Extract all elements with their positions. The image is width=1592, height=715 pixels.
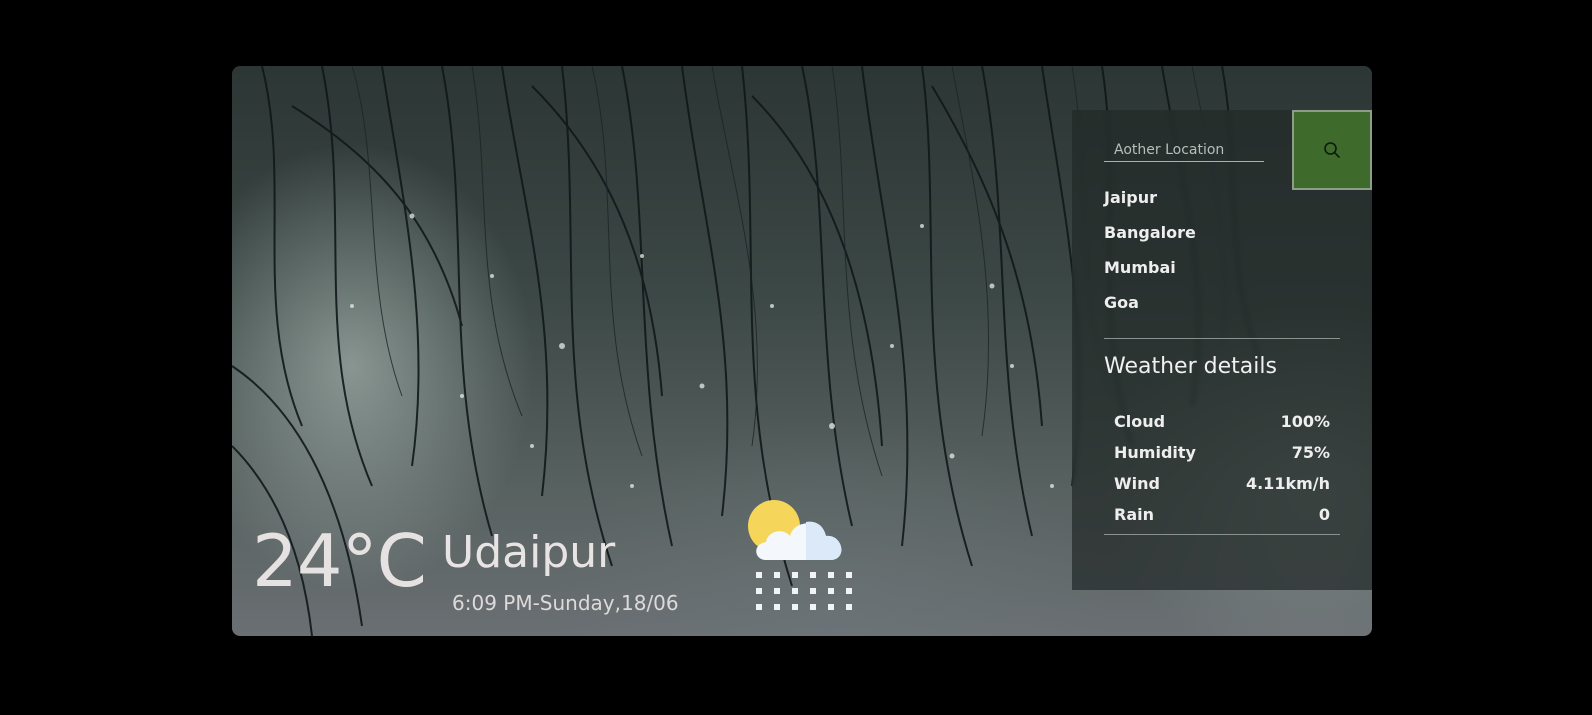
detail-value: 100%: [1280, 412, 1330, 431]
weather-details-table: Cloud 100% Humidity 75% Wind 4.11km/h Ra…: [1114, 406, 1330, 530]
detail-label: Humidity: [1114, 443, 1196, 462]
detail-row-rain: Rain 0: [1114, 499, 1330, 530]
search-icon: [1324, 142, 1340, 158]
weather-details-title: Weather details: [1104, 354, 1277, 379]
detail-row-humidity: Humidity 75%: [1114, 437, 1330, 468]
detail-row-wind: Wind 4.11km/h: [1114, 468, 1330, 499]
current-datetime: 6:09 PM-Sunday,18/06: [452, 591, 679, 615]
detail-row-cloud: Cloud 100%: [1114, 406, 1330, 437]
location-search-input[interactable]: [1104, 138, 1264, 162]
weather-app: Jaipur Bangalore Mumbai Goa Weather deta…: [232, 66, 1372, 636]
search-button[interactable]: [1292, 110, 1372, 190]
current-city: Udaipur: [442, 527, 616, 578]
city-list: Jaipur Bangalore Mumbai Goa: [1104, 188, 1196, 328]
detail-label: Cloud: [1114, 412, 1166, 431]
sun-cloud-rain-icon: [748, 500, 852, 610]
city-item-goa[interactable]: Goa: [1104, 293, 1196, 328]
detail-value: 0: [1318, 505, 1330, 524]
city-item-mumbai[interactable]: Mumbai: [1104, 258, 1196, 293]
detail-value: 4.11km/h: [1245, 474, 1330, 493]
detail-value: 75%: [1291, 443, 1330, 462]
current-temperature: 24°C: [252, 519, 427, 603]
detail-label: Rain: [1114, 505, 1154, 524]
divider: [1104, 534, 1340, 535]
detail-label: Wind: [1114, 474, 1160, 493]
divider: [1104, 338, 1340, 339]
city-item-bangalore[interactable]: Bangalore: [1104, 223, 1196, 258]
side-panel: Jaipur Bangalore Mumbai Goa Weather deta…: [1072, 110, 1372, 590]
city-item-jaipur[interactable]: Jaipur: [1104, 188, 1196, 223]
